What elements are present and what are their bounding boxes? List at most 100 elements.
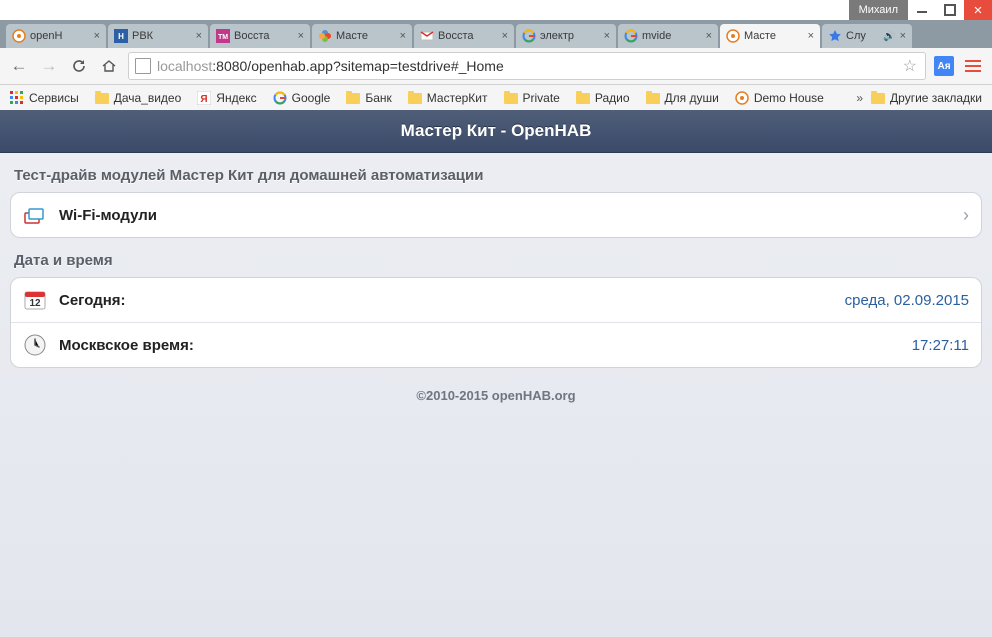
os-title-bar: Михаил × [0,0,992,20]
reload-icon [71,58,87,74]
row-label: Москвское время: [59,337,194,354]
browser-tab[interactable]: Масте× [312,24,412,48]
svg-text:TM: TM [218,34,228,41]
folder-icon [95,93,109,104]
group-card-1: Wi-Fi-модули › [10,192,982,238]
browser-tab[interactable]: mvide × [618,24,718,48]
svg-text:12: 12 [29,298,41,309]
bookmark-item[interactable]: Радио [576,91,630,105]
tab-close-button[interactable]: × [706,30,712,42]
window-minimize-button[interactable] [908,0,936,20]
group-card-2: 12 Сегодня: среда, 02.09.2015 Москвское … [10,277,982,368]
browser-tab[interactable]: H РВК × [108,24,208,48]
tab-favicon: H [114,29,128,43]
tab-favicon [318,29,332,43]
other-bookmarks-button[interactable]: Другие закладки [871,91,982,105]
hamburger-icon [965,60,981,72]
tab-label: электр [540,30,600,42]
svg-text:H: H [118,32,124,41]
bookmark-item[interactable]: Для души [646,91,719,105]
bookmarks-bar: Сервисы Дача_видео ЯЯндекс Google Банк Масте… [0,85,992,112]
bookmark-label: Банк [365,91,391,105]
row-label: Сегодня: [59,292,126,309]
other-bookmarks-label: Другие закладки [890,91,982,105]
tab-close-button[interactable]: × [502,30,508,42]
bookmark-item[interactable]: Дача_видео [95,91,182,105]
bookmark-label: Для души [665,91,719,105]
row-label: Wi-Fi-модули [59,207,157,224]
tab-label: mvide [642,30,702,42]
url-path: :8080/openhab.app?sitemap=testdrive#_Hom… [212,58,503,74]
row-moscow-time: Москвское время: 17:27:11 [11,322,981,367]
browser-toolbar: ← → localhost:8080/openhab.app?sitemap=t… [0,48,992,85]
wifi-modules-icon [23,203,47,227]
browser-menu-button[interactable] [962,55,984,77]
browser-tab[interactable]: TM Восста × [210,24,310,48]
tab-close-button[interactable]: × [604,30,610,42]
page-footer: ©2010-2015 openHAB.org [10,388,982,403]
tab-close-button[interactable]: × [900,30,906,42]
folder-icon [871,93,885,104]
row-wifi-modules[interactable]: Wi-Fi-модули › [11,193,981,237]
window-maximize-button[interactable] [936,0,964,20]
row-value: среда, 02.09.2015 [845,292,969,309]
url-input[interactable]: localhost:8080/openhab.app?sitemap=testd… [128,52,926,80]
folder-icon [646,93,660,104]
bookmark-star-button[interactable]: ☆ [903,56,917,76]
row-today: 12 Сегодня: среда, 02.09.2015 [11,278,981,322]
bookmark-item[interactable]: МастерКит [408,91,488,105]
bookmark-item[interactable]: Банк [346,91,391,105]
bookmark-item[interactable]: ЯЯндекс [197,91,256,105]
tab-close-button[interactable]: × [808,30,814,42]
tab-favicon [828,29,842,43]
browser-tab[interactable]: Слу 🔊 × [822,24,912,48]
tab-close-button[interactable]: × [196,30,202,42]
os-user-badge[interactable]: Михаил [849,0,908,20]
bookmark-label: Дача_видео [114,91,182,105]
tab-close-button[interactable]: × [94,30,100,42]
tab-favicon [522,29,536,43]
tab-favicon [624,29,638,43]
browser-tab[interactable]: Масте× [720,24,820,48]
bookmark-label: Private [523,91,560,105]
nav-forward-button[interactable]: → [38,55,60,77]
calendar-icon: 12 [23,288,47,312]
page-icon [135,58,151,74]
tab-favicon [726,29,740,43]
tab-audio-icon[interactable]: 🔊 [883,31,895,42]
page-header: Мастер Кит - OpenHAB [0,110,992,153]
apps-button[interactable]: Сервисы [10,91,79,105]
bookmark-label: Радио [595,91,630,105]
browser-tab[interactable]: электр × [516,24,616,48]
tab-close-button[interactable]: × [400,30,406,42]
tab-favicon [12,29,26,43]
tab-favicon [420,29,434,43]
folder-icon [408,93,422,104]
tab-label: РВК [132,30,192,42]
bookmark-item[interactable]: Google [273,91,331,105]
bookmark-label: Яндекс [216,91,256,105]
section-title-2: Дата и время [14,252,978,269]
bookmark-item[interactable]: Private [504,91,560,105]
bookmark-item[interactable]: Demo House [735,91,824,105]
tab-close-button[interactable]: × [298,30,304,42]
tab-label: Слу [846,30,879,42]
translate-button[interactable]: Ая [934,56,954,76]
browser-tab[interactable]: openH× [6,24,106,48]
nav-back-button[interactable]: ← [8,55,30,77]
nav-reload-button[interactable] [68,55,90,77]
row-value: 17:27:11 [912,337,969,354]
browser-tab[interactable]: Восста× [414,24,514,48]
window-close-button[interactable]: × [964,0,992,20]
folder-icon [346,93,360,104]
tab-favicon: TM [216,29,230,43]
home-icon [101,58,117,74]
chevron-right-icon: › [963,205,969,226]
bookmarks-overflow-button[interactable]: » [856,91,863,105]
nav-home-button[interactable] [98,55,120,77]
google-icon [273,91,287,105]
section-title-1: Тест-драйв модулей Мастер Кит для домашн… [14,167,978,184]
tab-label: Восста [234,30,294,42]
bookmark-label: МастерКит [427,91,488,105]
apps-icon [10,91,24,105]
